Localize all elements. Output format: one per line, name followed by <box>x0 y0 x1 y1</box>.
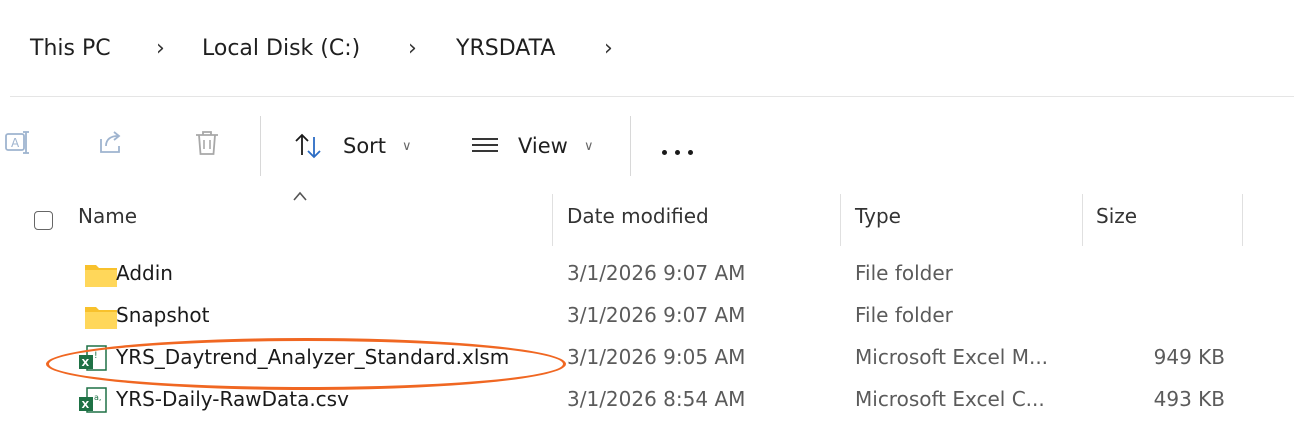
select-all-checkbox[interactable] <box>34 211 53 230</box>
file-name: YRS-Daily-RawData.csv <box>116 387 349 411</box>
file-size: 949 KB <box>1153 345 1225 369</box>
file-name: Addin <box>116 261 173 285</box>
chevron-right-icon[interactable]: › <box>156 36 165 62</box>
excel-csv-icon: X a, <box>79 387 107 413</box>
column-separator[interactable] <box>840 194 841 246</box>
chevron-right-icon[interactable]: › <box>604 36 613 62</box>
file-type: Microsoft Excel C... <box>855 387 1045 411</box>
svg-text:X: X <box>82 358 90 369</box>
excel-macro-icon: X ! <box>79 345 107 371</box>
more-options-icon[interactable] <box>662 150 698 158</box>
file-date: 3/1/2026 9:05 AM <box>567 345 746 369</box>
file-type: File folder <box>855 261 953 285</box>
rename-icon[interactable]: A <box>2 126 36 160</box>
breadcrumb-yrsdata[interactable]: YRSDATA <box>456 36 555 61</box>
sort-icon[interactable] <box>292 129 326 163</box>
column-separator[interactable] <box>1242 194 1243 246</box>
sort-button[interactable]: Sort <box>343 134 386 158</box>
toolbar-divider <box>630 116 631 176</box>
column-header-size[interactable]: Size <box>1096 204 1137 228</box>
svg-text:!: ! <box>94 351 98 361</box>
sort-ascending-icon <box>293 191 307 201</box>
breadcrumb: This PC › Local Disk (C:) › YRSDATA › <box>10 8 1294 88</box>
table-row[interactable]: Addin 3/1/2026 9:07 AM File folder <box>10 252 1294 294</box>
svg-text:A: A <box>11 136 20 150</box>
table-row[interactable]: Snapshot 3/1/2026 9:07 AM File folder <box>10 294 1294 336</box>
view-icon[interactable] <box>468 129 502 163</box>
file-explorer-window: This PC › Local Disk (C:) › YRSDATA › A <box>5 8 1294 433</box>
column-header-type[interactable]: Type <box>855 204 901 228</box>
file-date: 3/1/2026 9:07 AM <box>567 261 746 285</box>
breadcrumb-this-pc[interactable]: This PC <box>30 36 111 61</box>
folder-icon <box>85 265 117 287</box>
file-name: YRS_Daytrend_Analyzer_Standard.xlsm <box>116 345 510 369</box>
toolbar-divider <box>260 116 261 176</box>
file-type: Microsoft Excel M... <box>855 345 1049 369</box>
file-name: Snapshot <box>116 303 210 327</box>
column-separator[interactable] <box>1082 194 1083 246</box>
breadcrumb-local-disk[interactable]: Local Disk (C:) <box>202 36 360 61</box>
svg-text:a,: a, <box>94 393 101 402</box>
file-type: File folder <box>855 303 953 327</box>
file-size: 493 KB <box>1153 387 1225 411</box>
delete-icon[interactable] <box>190 126 224 160</box>
column-header-date[interactable]: Date modified <box>567 204 709 228</box>
share-icon[interactable] <box>94 126 128 160</box>
table-row[interactable]: X a, YRS-Daily-RawData.csv 3/1/2026 8:54… <box>10 378 1294 420</box>
column-header-name[interactable]: Name <box>78 204 137 228</box>
view-button[interactable]: View <box>518 134 568 158</box>
svg-text:X: X <box>82 400 90 411</box>
table-row[interactable]: X ! YRS_Daytrend_Analyzer_Standard.xlsm … <box>10 336 1294 378</box>
chevron-down-icon[interactable]: ∨ <box>584 139 594 154</box>
chevron-down-icon[interactable]: ∨ <box>402 139 412 154</box>
file-date: 3/1/2026 8:54 AM <box>567 387 746 411</box>
file-date: 3/1/2026 9:07 AM <box>567 303 746 327</box>
chevron-right-icon[interactable]: › <box>408 36 417 62</box>
column-separator[interactable] <box>552 194 553 246</box>
folder-icon <box>85 307 117 329</box>
divider <box>10 96 1294 97</box>
